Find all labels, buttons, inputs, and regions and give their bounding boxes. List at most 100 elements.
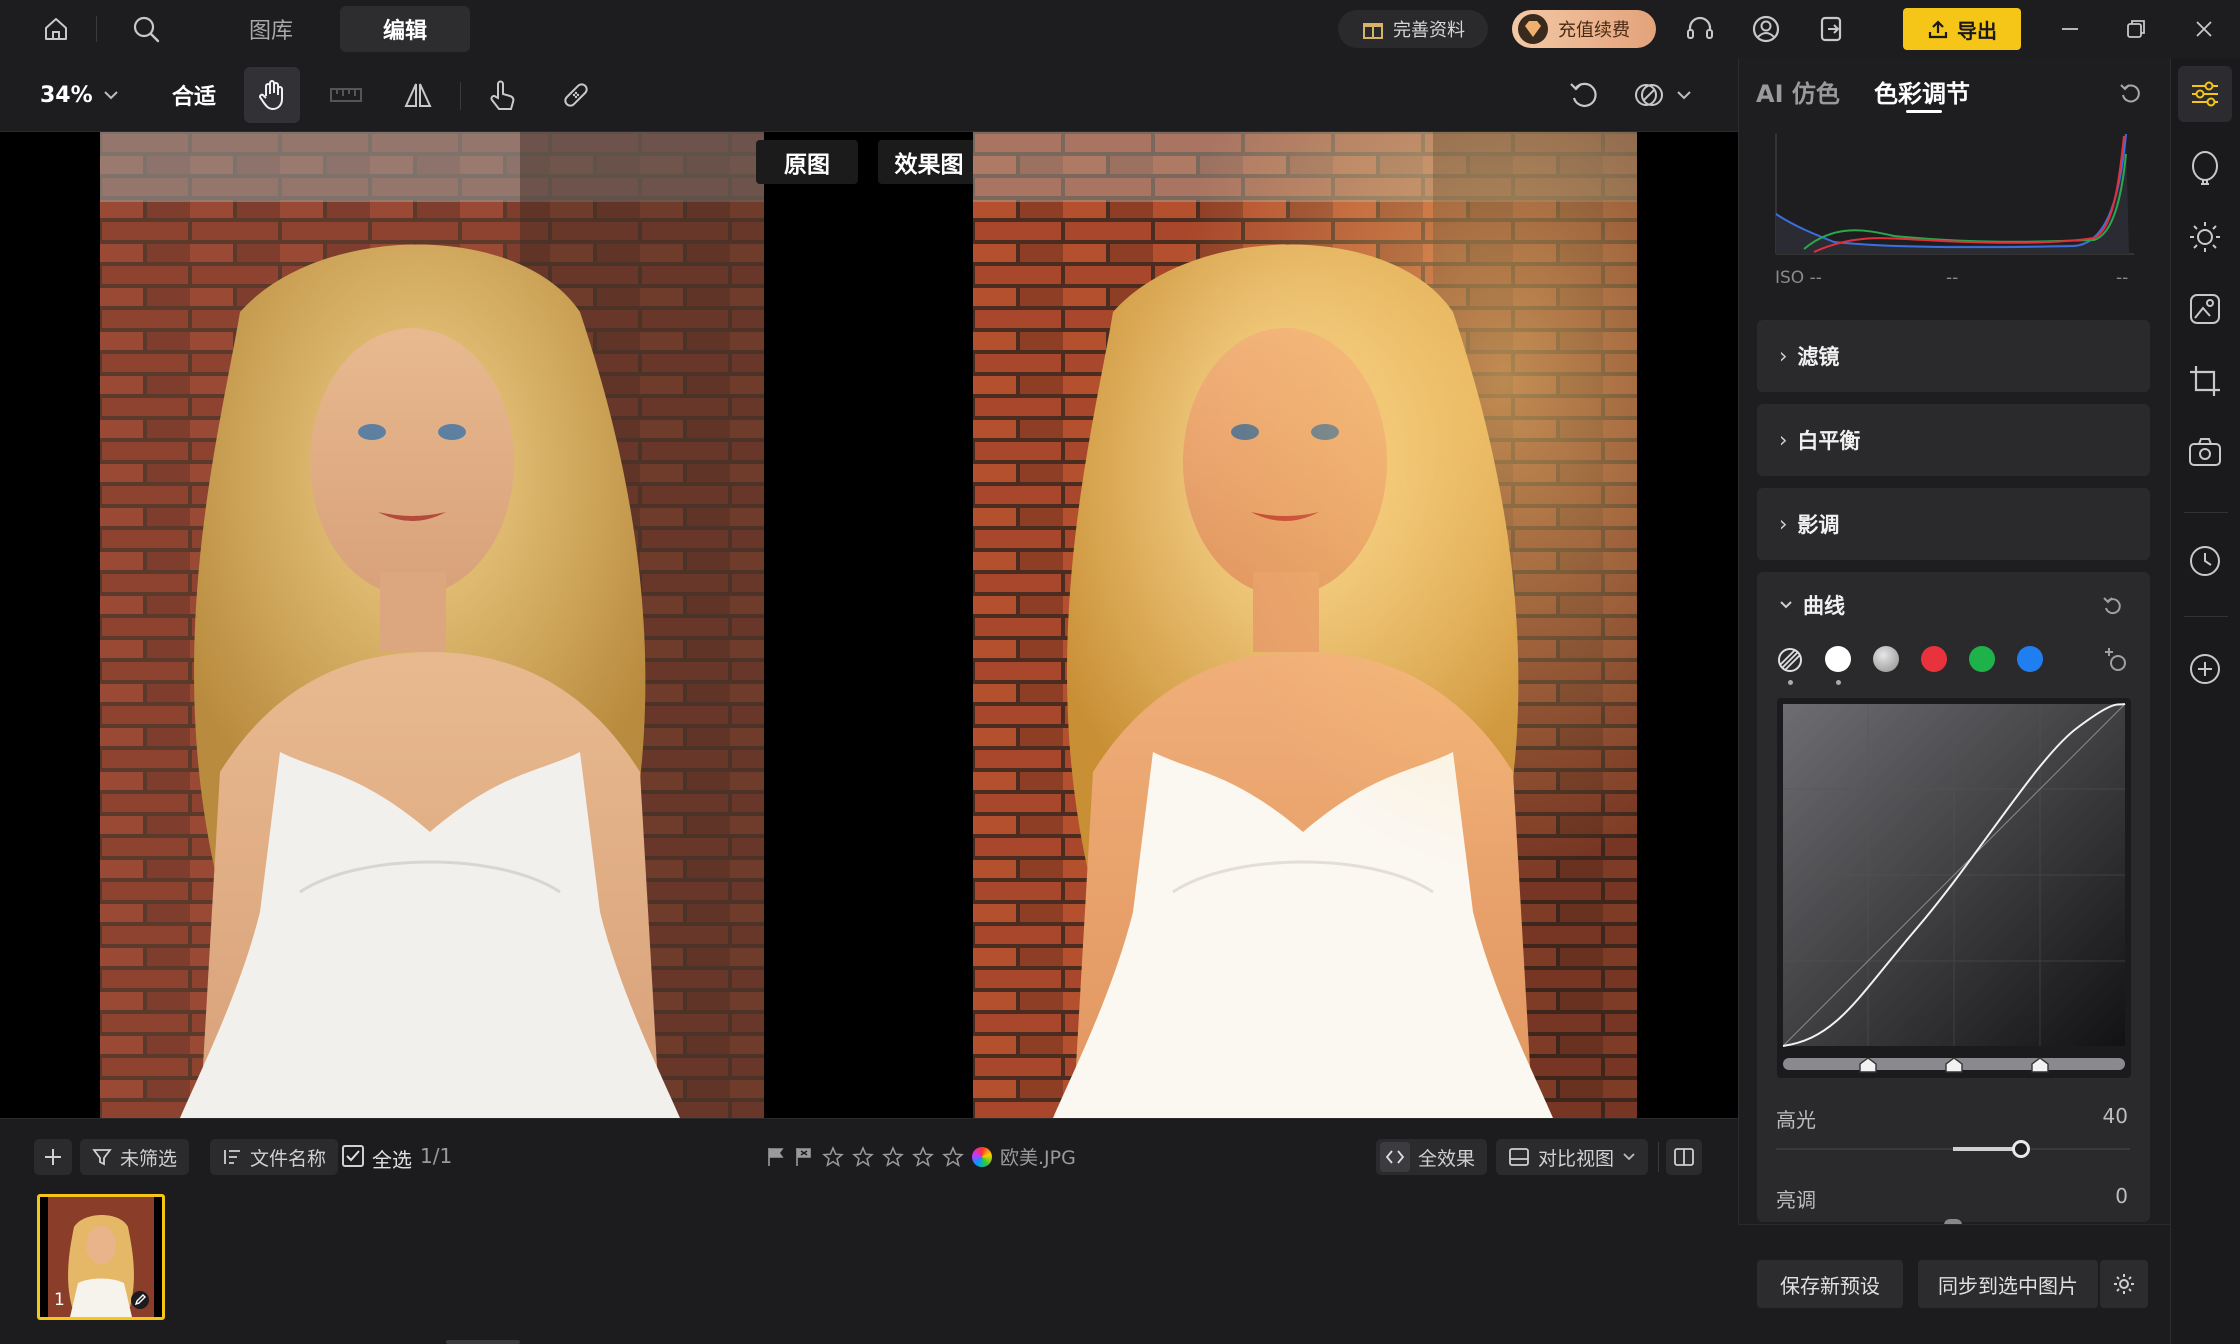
search-icon[interactable] <box>126 9 166 49</box>
bandage-repair-icon[interactable] <box>548 67 604 123</box>
light-brightness-icon[interactable] <box>2188 220 2222 254</box>
filmstrip-scrollbar[interactable] <box>446 1340 520 1344</box>
touch-select-icon[interactable] <box>474 67 530 123</box>
curve-channel-green[interactable] <box>1969 646 1995 672</box>
compare-view-dropdown[interactable]: 对比视图 <box>1496 1139 1649 1175</box>
section-label: 滤镜 <box>1797 345 1840 369</box>
star-4-icon[interactable] <box>912 1145 934 1168</box>
compare-arrows-icon <box>1380 1142 1410 1172</box>
tab-gallery[interactable]: 图库 <box>206 6 336 52</box>
histogram-iso: ISO -- <box>1775 268 1822 288</box>
camera-icon[interactable] <box>2188 436 2222 468</box>
hand-tool-icon[interactable] <box>244 67 300 123</box>
color-adjust-sliders-icon[interactable] <box>2178 66 2232 122</box>
gift-icon <box>1361 17 1385 41</box>
chevron-down-icon <box>1622 1152 1636 1162</box>
tab-ai-color[interactable]: AI 仿色 <box>1756 74 1840 109</box>
filter-dropdown[interactable]: 未筛选 <box>80 1139 190 1175</box>
original-label: 原图 <box>756 140 858 184</box>
export-label: 导出 <box>1957 18 1997 43</box>
overlay-mode-dropdown[interactable] <box>1632 72 1712 118</box>
star-2-icon[interactable] <box>852 1145 874 1168</box>
split-view-icon <box>1508 1147 1530 1167</box>
zoom-dropdown[interactable]: 34% <box>40 78 119 112</box>
section-curve-header[interactable]: 曲线 <box>1779 590 1845 620</box>
curve-point-picker-icon[interactable] <box>2101 646 2129 674</box>
curve-channel-blue[interactable] <box>2017 646 2043 672</box>
sort-label: 文件名称 <box>250 1147 327 1170</box>
active-dot <box>1836 680 1841 685</box>
tab-edit[interactable]: 编辑 <box>340 6 470 52</box>
curve-highlight-handle[interactable] <box>2030 1056 2050 1074</box>
slider-label-lights: 亮调 <box>1776 1188 1816 1212</box>
add-image-icon[interactable] <box>34 1139 72 1175</box>
chevron-right-icon: › <box>1779 344 1788 368</box>
select-all-checkbox[interactable] <box>342 1145 364 1167</box>
star-1-icon[interactable] <box>822 1145 844 1168</box>
compare-view-label: 对比视图 <box>1538 1147 1615 1170</box>
sort-dropdown[interactable]: 文件名称 <box>210 1139 339 1175</box>
import-icon[interactable] <box>1812 9 1852 49</box>
ruler-tool-icon[interactable] <box>318 67 374 123</box>
save-preset-button[interactable]: 保存新预设 <box>1757 1260 1903 1308</box>
complete-profile-button[interactable]: 完善资料 <box>1338 10 1488 48</box>
divider <box>2184 616 2228 617</box>
divider <box>460 82 461 110</box>
restore-window-icon[interactable] <box>2116 9 2156 49</box>
flag-pick-icon[interactable] <box>766 1146 786 1168</box>
slider-fill-highlights <box>1953 1147 2021 1151</box>
zoom-value: 34% <box>40 82 93 108</box>
image-effects-icon[interactable] <box>2188 292 2222 326</box>
undo-reset-icon[interactable] <box>1556 67 1612 123</box>
flag-reject-icon[interactable] <box>794 1146 814 1168</box>
minimize-icon[interactable] <box>2050 9 2090 49</box>
full-effect-toggle[interactable]: 全效果 <box>1376 1139 1488 1175</box>
curve-channel-gray[interactable] <box>1873 646 1899 672</box>
curve-midtone-handle[interactable] <box>1944 1056 1964 1074</box>
section-white-balance[interactable]: › 白平衡 <box>1757 404 2150 476</box>
support-headset-icon[interactable] <box>1680 9 1720 49</box>
section-label: 曲线 <box>1803 594 1845 618</box>
divider <box>2184 512 2228 513</box>
slider-thumb-highlights[interactable] <box>2012 1140 2030 1158</box>
curve-editor[interactable] <box>1777 698 2131 1078</box>
selection-count: 1/1 <box>420 1144 453 1168</box>
user-account-icon[interactable] <box>1746 9 1786 49</box>
crop-icon[interactable] <box>2188 364 2222 398</box>
side-by-side-icon[interactable] <box>1666 1139 1702 1175</box>
chevron-right-icon: › <box>1779 512 1788 536</box>
chevron-down-icon <box>103 90 119 100</box>
history-clock-icon[interactable] <box>2188 544 2222 578</box>
active-tab-indicator <box>1906 110 1942 113</box>
edited-pencil-icon <box>130 1290 150 1310</box>
curve-channel-red[interactable] <box>1921 646 1947 672</box>
color-label-icon[interactable] <box>972 1146 992 1167</box>
reset-curve-icon[interactable] <box>2102 594 2126 618</box>
curve-shadow-handle[interactable] <box>1858 1056 1878 1074</box>
original-photo <box>100 132 764 1118</box>
export-button[interactable]: 导出 <box>1903 8 2021 50</box>
star-5-icon[interactable] <box>942 1145 964 1168</box>
close-icon[interactable] <box>2184 9 2224 49</box>
complete-profile-label: 完善资料 <box>1393 20 1465 41</box>
add-plus-icon[interactable] <box>2188 652 2222 686</box>
star-3-icon[interactable] <box>882 1145 904 1168</box>
sync-selected-button[interactable]: 同步到选中图片 <box>1918 1260 2098 1308</box>
settings-gear-icon[interactable] <box>2100 1260 2148 1308</box>
select-all-label[interactable]: 全选 <box>372 1144 412 1173</box>
curve-channel-luma-icon[interactable] <box>1776 646 1804 674</box>
sort-list-icon <box>222 1148 242 1166</box>
reset-panel-icon[interactable] <box>2118 80 2144 106</box>
curve-channel-white[interactable] <box>1825 646 1851 672</box>
section-tone[interactable]: › 影调 <box>1757 488 2150 560</box>
fit-button[interactable]: 合适 <box>172 78 216 112</box>
recharge-button[interactable]: 充值续费 <box>1512 10 1656 48</box>
chevron-down-icon <box>1779 600 1793 610</box>
section-label: 白平衡 <box>1797 429 1861 453</box>
section-filter[interactable]: › 滤镜 <box>1757 320 2150 392</box>
portrait-retouch-icon[interactable] <box>2188 150 2222 190</box>
slider-label-highlights: 高光 <box>1776 1108 1816 1132</box>
tab-color-adjust[interactable]: 色彩调节 <box>1874 74 1970 109</box>
flip-mirror-icon[interactable] <box>390 67 446 123</box>
home-icon[interactable] <box>36 9 76 49</box>
